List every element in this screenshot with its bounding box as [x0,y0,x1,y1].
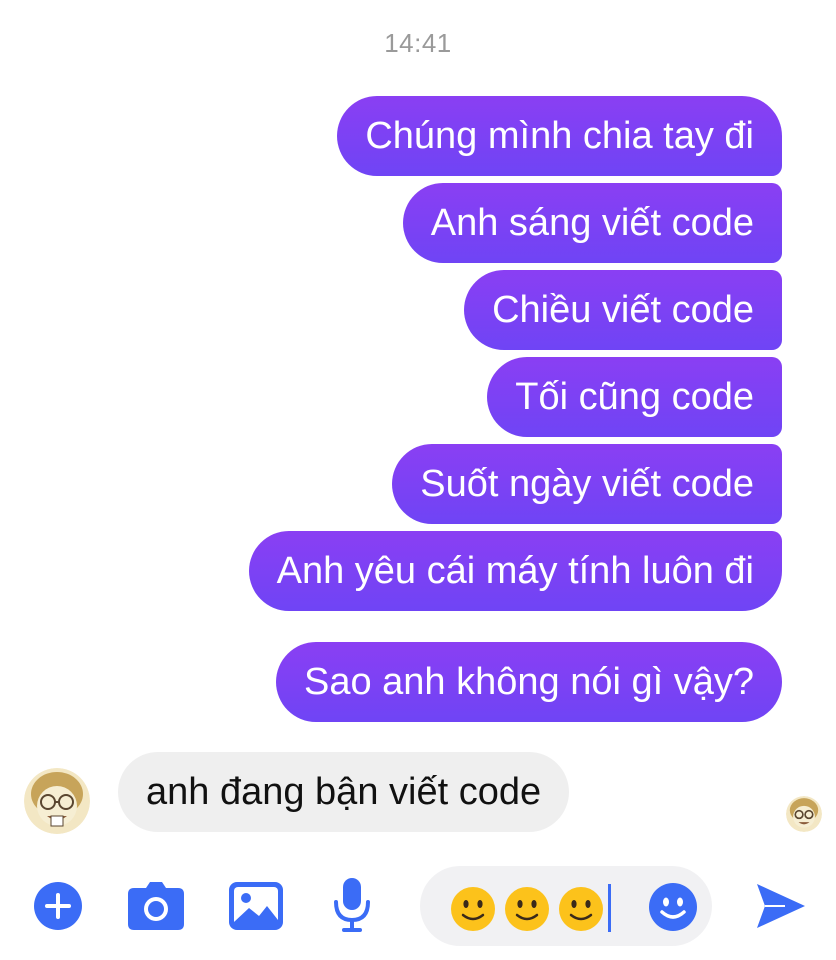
smiley-icon[interactable] [648,882,698,932]
outgoing-message[interactable]: Chiều viết code [464,270,782,350]
outgoing-message[interactable]: Chúng mình chia tay đi [337,96,782,176]
outgoing-message[interactable]: Anh yêu cái máy tính luôn đi [248,531,782,611]
image-icon[interactable] [228,878,284,934]
seen-avatar [786,796,822,832]
plus-circle-icon[interactable] [30,878,86,934]
outgoing-message[interactable]: Suốt ngày viết code [392,444,782,524]
camera-icon[interactable] [128,878,184,934]
message-input-value [450,878,612,934]
contact-avatar[interactable] [24,768,90,834]
slightly-smiling-emoji-icon [451,886,495,931]
incoming-message[interactable]: anh đang bận viết code [118,752,570,832]
outgoing-message[interactable]: Tối cũng code [487,357,782,437]
message-input[interactable] [420,866,712,946]
message-timestamp: 14:41 [384,28,452,58]
outgoing-message[interactable]: Sao anh không nói gì vậy? [275,642,782,722]
microphone-icon[interactable] [324,878,380,934]
text-cursor [608,884,611,932]
send-arrow-icon[interactable] [752,878,810,934]
slightly-smiling-emoji-icon [505,886,549,931]
outgoing-message[interactable]: Anh sáng viết code [402,183,782,263]
slightly-smiling-emoji-icon [559,886,603,931]
